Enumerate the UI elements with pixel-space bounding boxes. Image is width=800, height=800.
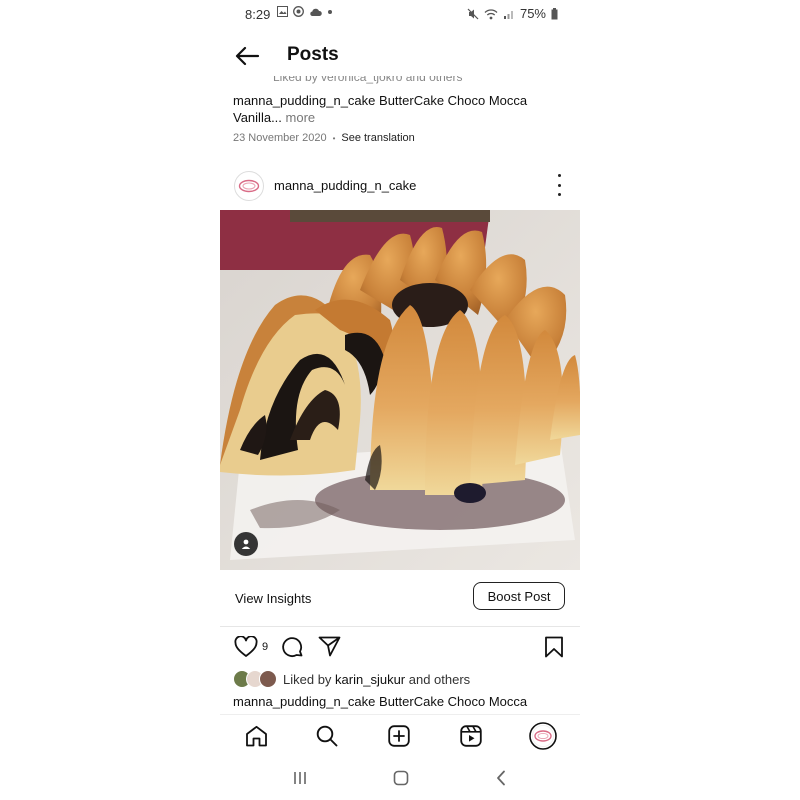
previous-post-caption: manna_pudding_n_cake ButterCake Choco Mo… — [233, 92, 543, 126]
bottom-navigation — [220, 714, 580, 757]
phone-screen: 8:29 75% Posts Liked by veronica_tjokro … — [220, 0, 580, 800]
boost-post-button[interactable]: Boost Post — [473, 582, 565, 610]
post-author-avatar[interactable] — [234, 171, 264, 201]
liker-avatar — [259, 670, 277, 688]
profile-avatar — [529, 722, 557, 750]
caption-text: ButterCake Choco Mocca — [375, 694, 528, 709]
nav-profile[interactable] — [529, 722, 557, 750]
nav-home[interactable] — [243, 723, 269, 749]
nav-reels[interactable] — [458, 723, 484, 749]
person-icon — [241, 539, 251, 549]
status-time: 8:29 — [245, 7, 271, 22]
caption-username[interactable]: manna_pudding_n_cake — [233, 93, 375, 108]
caption-ellipsis: ... — [271, 110, 282, 125]
post-username[interactable]: manna_pudding_n_cake — [274, 178, 416, 193]
status-right-icons: 75% — [467, 6, 558, 21]
comment-icon[interactable] — [281, 636, 304, 659]
recent-apps-icon[interactable] — [292, 768, 308, 788]
more-options-icon[interactable] — [552, 174, 566, 196]
more-link[interactable]: more — [286, 110, 316, 125]
nav-search[interactable] — [314, 723, 340, 749]
share-icon[interactable] — [318, 636, 341, 657]
bundt-cake-photo — [220, 210, 580, 570]
liker-avatars[interactable] — [233, 670, 283, 688]
separator-dot: • — [332, 133, 336, 143]
liked-by-username[interactable]: karin_sjukur — [335, 672, 405, 687]
bookmark-icon[interactable] — [544, 636, 564, 658]
status-bar: 8:29 75% — [220, 0, 580, 30]
gallery-icon — [277, 6, 288, 17]
caption-username[interactable]: manna_pudding_n_cake — [233, 694, 375, 709]
status-left-icons — [277, 6, 333, 17]
page-title: Posts — [287, 44, 339, 65]
app-icon — [293, 6, 304, 17]
post-image[interactable] — [220, 210, 580, 570]
tagged-people-icon[interactable] — [234, 532, 258, 556]
signal-icon — [503, 10, 513, 19]
liked-by-suffix: and others — [405, 671, 471, 687]
previous-post-meta: 23 November 2020 • See translation — [233, 132, 415, 144]
mute-icon — [467, 8, 479, 19]
post-caption: manna_pudding_n_cake ButterCake Choco Mo… — [233, 694, 527, 709]
back-button-icon[interactable] — [494, 768, 508, 788]
home-icon — [245, 725, 267, 747]
home-button-icon[interactable] — [392, 768, 410, 788]
battery-percent: 75% — [519, 6, 546, 21]
post-header: manna_pudding_n_cake — [220, 170, 580, 202]
liked-by-prefix: Liked by — [283, 671, 336, 687]
dot-icon — [328, 9, 332, 14]
system-navigation-bar — [220, 762, 580, 796]
back-arrow-icon[interactable] — [234, 44, 260, 68]
battery-icon — [551, 7, 558, 19]
cloud-icon — [310, 8, 322, 16]
insights-row: View Insights Boost Post — [220, 578, 580, 627]
create-icon — [388, 725, 410, 747]
see-translation-link[interactable]: See translation — [341, 132, 414, 144]
reels-icon — [460, 725, 482, 747]
search-icon — [316, 725, 338, 747]
shop-logo-icon — [238, 179, 260, 193]
liked-by-row: Liked by karin_sjukur and others — [233, 669, 470, 689]
posts-header: Posts — [220, 36, 580, 76]
nav-create[interactable] — [386, 723, 412, 749]
view-insights-link[interactable]: View Insights — [235, 591, 311, 606]
like-count[interactable]: 9 — [262, 641, 268, 653]
heart-icon[interactable] — [234, 636, 258, 658]
wifi-icon — [484, 8, 498, 19]
post-date: 23 November 2020 — [233, 132, 327, 144]
post-actions: 9 — [220, 634, 580, 662]
